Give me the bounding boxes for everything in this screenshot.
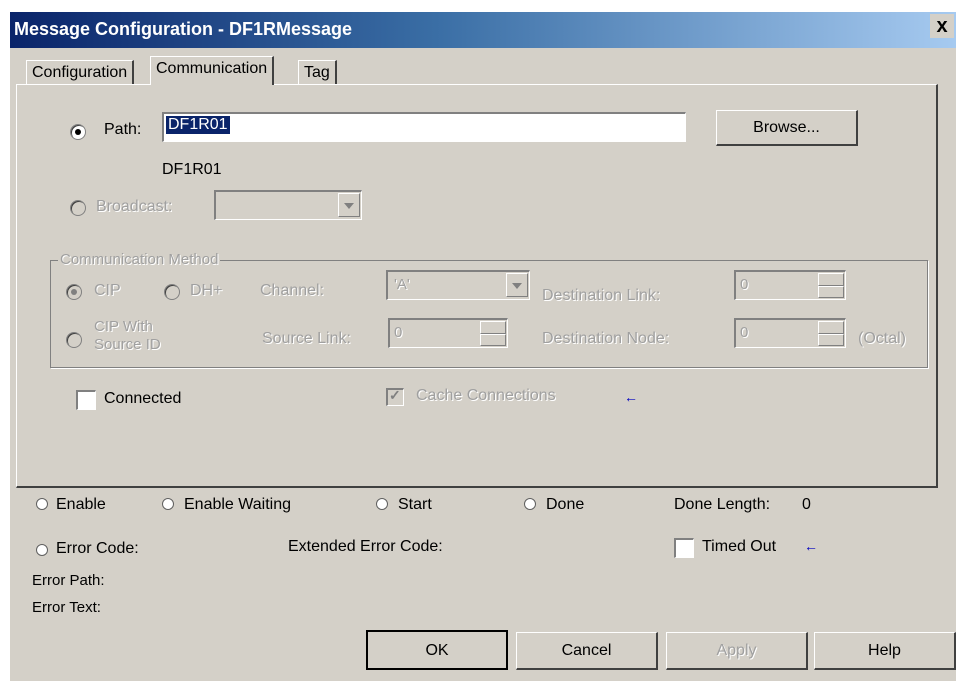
ok-button[interactable]: OK (366, 630, 508, 670)
tab-tag[interactable]: Tag (298, 60, 337, 85)
path-label: Path: (104, 121, 142, 138)
source-link-spinner[interactable]: 0 (388, 318, 508, 348)
chevron-down-icon (344, 203, 354, 209)
connected-checkbox[interactable] (76, 390, 96, 410)
cancel-button-label: Cancel (561, 642, 612, 659)
error-code-indicator (36, 544, 48, 556)
path-radio[interactable] (70, 124, 86, 140)
done-label: Done (546, 496, 585, 513)
octal-label: (Octal) (858, 330, 906, 347)
destination-link-spinner[interactable]: 0 (734, 270, 846, 300)
arrow-left-icon: ← (624, 389, 638, 405)
source-link-spin-buttons[interactable] (480, 321, 506, 346)
enable-label: Enable (56, 496, 106, 513)
cancel-button[interactable]: Cancel (516, 632, 658, 670)
enable-waiting-label: Enable Waiting (184, 496, 292, 513)
window-title: Message Configuration - DF1RMessage (14, 19, 353, 39)
enable-indicator (36, 498, 48, 510)
destination-node-spin-buttons[interactable] (818, 321, 844, 346)
start-label: Start (398, 496, 432, 513)
destination-link-spin-buttons[interactable] (818, 273, 844, 298)
broadcast-dropdown[interactable] (214, 190, 362, 220)
browse-button-label: Browse... (753, 119, 820, 136)
resolved-path: DF1R01 (162, 161, 222, 178)
destination-link-label: Destination Link: (542, 287, 661, 304)
cip-source-id-label-line1: CIP With (94, 318, 153, 335)
channel-dropdown[interactable]: 'A' (386, 270, 530, 300)
destination-link-value: 0 (740, 276, 749, 293)
destination-node-value: 0 (740, 324, 749, 341)
broadcast-dropdown-button[interactable] (338, 193, 360, 217)
channel-value: 'A' (394, 276, 410, 293)
cip-source-id-radio[interactable] (66, 332, 82, 348)
dhplus-label: DH+ (190, 282, 223, 299)
enable-waiting-indicator (162, 498, 174, 510)
arrow-left-icon: ← (804, 538, 818, 554)
chevron-down-icon (512, 283, 522, 289)
done-indicator (524, 498, 536, 510)
channel-label: Channel: (260, 282, 325, 299)
tab-tag-label: Tag (304, 64, 330, 81)
extended-error-code-label: Extended Error Code: (288, 538, 443, 555)
source-link-value: 0 (394, 324, 403, 341)
cip-source-id-label-line2: Source ID (94, 336, 161, 353)
ok-button-label: OK (425, 642, 449, 659)
broadcast-radio[interactable] (70, 200, 86, 216)
destination-node-label: Destination Node: (542, 330, 670, 347)
source-link-label: Source Link: (262, 330, 351, 347)
start-indicator (376, 498, 388, 510)
help-button[interactable]: Help (814, 632, 956, 670)
spin-down-icon (480, 333, 506, 346)
help-button-label: Help (868, 642, 901, 659)
spin-up-icon (818, 273, 844, 286)
spin-down-icon (818, 333, 844, 346)
dhplus-radio[interactable] (164, 284, 180, 300)
connected-label: Connected (104, 390, 182, 407)
error-path-label: Error Path: (32, 572, 105, 589)
path-input-value: DF1R01 (166, 116, 230, 134)
tab-configuration[interactable]: Configuration (26, 60, 135, 85)
spin-up-icon (818, 321, 844, 334)
timed-out-label: Timed Out (702, 538, 777, 555)
tab-communication[interactable]: Communication (150, 56, 275, 85)
apply-button[interactable]: Apply (666, 632, 808, 670)
close-button[interactable]: x (930, 14, 954, 38)
cache-connections-checkbox[interactable]: ✓ (386, 387, 404, 406)
destination-node-spinner[interactable]: 0 (734, 318, 846, 348)
spin-up-icon (480, 321, 506, 334)
channel-dropdown-button[interactable] (506, 273, 528, 297)
apply-button-label: Apply (716, 642, 757, 659)
done-length-value: 0 (802, 496, 811, 513)
done-length-label: Done Length: (674, 496, 771, 513)
cip-source-id-label: CIP With Source ID (94, 318, 161, 354)
cache-connections-label: Cache Connections (416, 387, 556, 404)
error-code-label: Error Code: (56, 540, 139, 557)
communication-method-title: Communication Method (58, 251, 221, 268)
browse-button[interactable]: Browse... (716, 110, 858, 146)
timed-out-checkbox (674, 538, 694, 558)
close-icon: x (936, 15, 948, 37)
cip-label: CIP (94, 282, 121, 299)
broadcast-label: Broadcast: (96, 198, 173, 215)
title-bar[interactable]: Message Configuration - DF1RMessage (10, 12, 956, 48)
tab-configuration-label: Configuration (32, 64, 128, 81)
error-text-label: Error Text: (32, 599, 101, 616)
cip-radio[interactable] (66, 284, 82, 300)
check-icon: ✓ (389, 387, 401, 403)
path-input[interactable]: DF1R01 (162, 112, 686, 142)
tab-communication-label: Communication (156, 60, 268, 77)
spin-down-icon (818, 285, 844, 298)
